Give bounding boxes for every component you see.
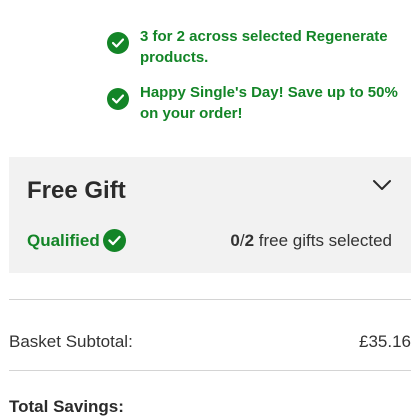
- subtotal-value: £35.16: [359, 332, 411, 351]
- divider: [9, 299, 411, 300]
- check-circle-icon: [107, 88, 129, 110]
- divider: [9, 370, 411, 371]
- free-gift-panel[interactable]: Free Gift Qualified 0/2 free gifts selec…: [9, 157, 411, 273]
- qualified-status: Qualified: [27, 229, 126, 252]
- total-count: 2: [244, 231, 255, 250]
- promo-text: Happy Single's Day! Save up to 50% on yo…: [140, 84, 398, 122]
- selected-count: 0: [230, 231, 240, 250]
- gifts-selected-count: 0/2 free gifts selected: [230, 231, 392, 251]
- promo-message-3-for-2: 3 for 2 across selected Regenerate produ…: [107, 26, 407, 68]
- promo-text: 3 for 2 across selected Regenerate produ…: [140, 28, 388, 66]
- check-circle-icon: [102, 229, 126, 252]
- promo-message-singles-day: Happy Single's Day! Save up to 50% on yo…: [107, 82, 407, 124]
- free-gift-title: Free Gift: [27, 177, 126, 204]
- gifts-selected-suffix: free gifts selected: [254, 231, 392, 250]
- subtotal-label: Basket Subtotal:: [9, 332, 133, 351]
- chevron-down-icon[interactable]: [371, 177, 393, 193]
- total-savings-label: Total Savings:: [9, 397, 124, 416]
- qualified-label: Qualified: [27, 230, 100, 250]
- subtotal-row: Basket Subtotal: £35.16: [9, 332, 411, 352]
- check-circle-icon: [107, 32, 129, 54]
